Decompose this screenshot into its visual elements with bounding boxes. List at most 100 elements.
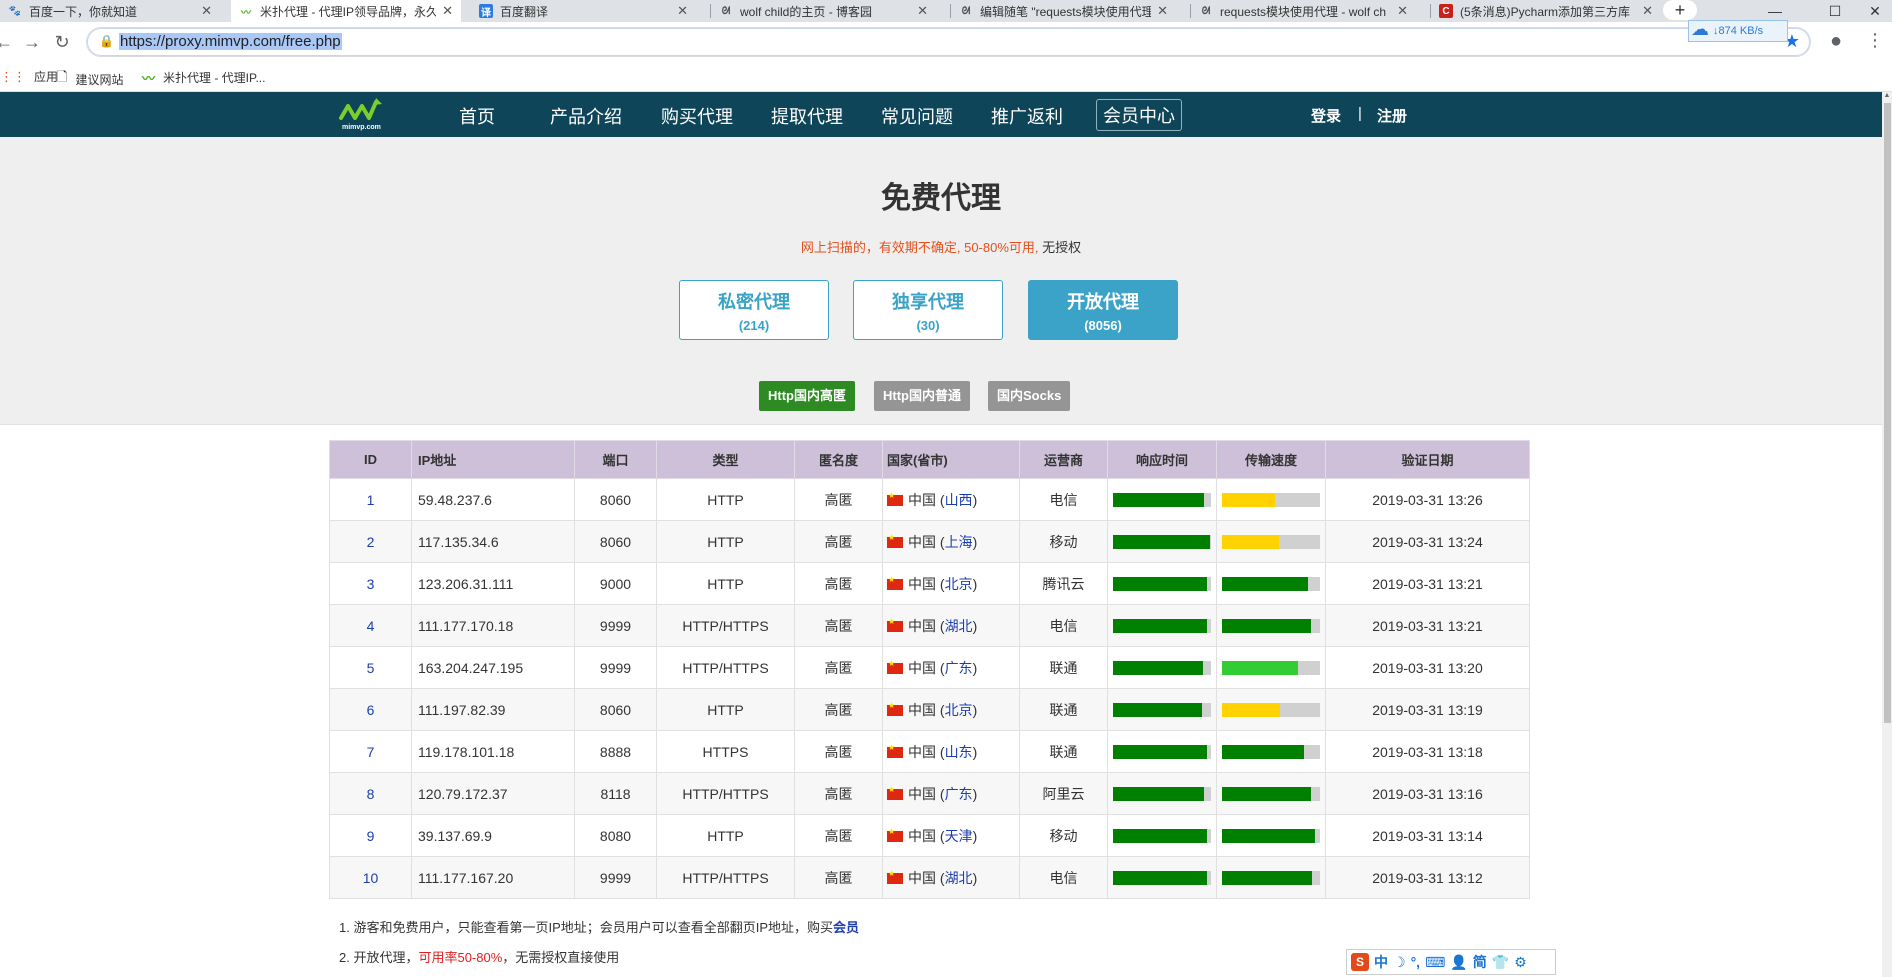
ime-toolbar[interactable]: S 中 ☽ °, ⌨ 👤 简 👕 ⚙ [1346, 949, 1556, 975]
nav-products[interactable]: 产品介绍 [550, 103, 622, 129]
cell-id[interactable]: 8 [329, 772, 412, 815]
mimvp-logo-icon: mimvp.com [339, 98, 382, 131]
url-text[interactable]: https://proxy.mimvp.com/free.php [119, 33, 342, 50]
browser-tab[interactable]: C (5条消息)Pycharm添加第三方库 ✕ [1431, 0, 1661, 22]
cell-id[interactable]: 6 [329, 688, 412, 731]
cell-type: HTTP [656, 520, 795, 563]
browser-tab[interactable]: 🐾 百度一下，你就知道 ✕ [0, 0, 220, 22]
tab-close-icon[interactable]: ✕ [677, 3, 688, 19]
cell-id[interactable]: 2 [329, 520, 412, 563]
notes-section: 1. 游客和免费用户，只能查看第一页IP地址；会员用户可以查看全部翻页IP地址，… [339, 920, 859, 977]
cell-country: 中国 (北京) [882, 688, 1020, 731]
cell-id[interactable]: 1 [329, 478, 412, 521]
address-bar[interactable]: 🔒 https://proxy.mimvp.com/free.php ★ [86, 27, 1811, 57]
cell-id[interactable]: 7 [329, 730, 412, 773]
cell-response-time [1107, 772, 1217, 815]
proxy-tab-name: 私密代理 [718, 292, 790, 312]
cell-id[interactable]: 5 [329, 646, 412, 689]
maximize-button[interactable]: ☐ [1805, 0, 1865, 22]
profile-avatar-icon[interactable]: ● [1830, 30, 1842, 53]
province-link[interactable]: 广东 [945, 660, 973, 676]
browser-tab[interactable]: ᘛ wolf child的主页 - 博客园 ✕ [711, 0, 936, 22]
nav-extract-proxy[interactable]: 提取代理 [771, 103, 843, 129]
baidu-translate-icon: 译 [479, 4, 493, 19]
login-link[interactable]: 登录 [1311, 105, 1341, 126]
province-link[interactable]: 天津 [945, 828, 973, 844]
cell-port: 8118 [574, 772, 657, 815]
bookmark-mimvp[interactable]: 〰 米扑代理 - 代理IP... [142, 68, 265, 87]
settings-gear-icon[interactable]: ⚙ [1514, 954, 1527, 971]
bookmark-suggested-sites[interactable]: 🗋 建议网站 [57, 68, 123, 90]
ime-chinese-mode[interactable]: 中 [1374, 952, 1388, 972]
private-proxy-tab[interactable]: 私密代理 (214) [679, 280, 829, 340]
province-link[interactable]: 北京 [945, 702, 973, 718]
network-speed-widget[interactable]: ☁ ↓874 KB/s [1688, 19, 1788, 42]
cell-id[interactable]: 10 [329, 856, 412, 899]
cell-type: HTTP [656, 478, 795, 521]
proxy-tab-count: (30) [916, 318, 940, 333]
filter-http-normal[interactable]: Http国内普通 [874, 381, 970, 411]
moon-icon[interactable]: ☽ [1393, 954, 1406, 971]
window-close-button[interactable]: ✕ [1858, 0, 1892, 22]
bookmark-apps[interactable]: ⋮⋮ 应用 [0, 68, 58, 85]
province-link[interactable]: 北京 [945, 576, 973, 592]
tab-close-icon[interactable]: ✕ [1397, 3, 1408, 19]
browser-tab[interactable]: 〰米扑代理 - 代理IP领导品牌，永久 ✕ [231, 0, 461, 22]
nav-home[interactable]: 首页 [459, 103, 495, 129]
register-link[interactable]: 注册 [1377, 105, 1407, 126]
reload-icon[interactable]: ↻ [50, 30, 74, 54]
tab-close-icon[interactable]: ✕ [1642, 3, 1653, 19]
tab-close-icon[interactable]: ✕ [917, 3, 928, 19]
browser-tab[interactable]: 译百度翻译 ✕ [471, 0, 696, 22]
cell-id[interactable]: 3 [329, 562, 412, 605]
nav-faq[interactable]: 常见问题 [881, 103, 953, 129]
province-link[interactable]: 上海 [945, 534, 973, 550]
cell-response-time-bar [1113, 492, 1211, 507]
province-link[interactable]: 湖北 [945, 618, 973, 634]
cell-id[interactable]: 4 [329, 604, 412, 647]
bookmark-label: 米扑代理 - 代理IP... [163, 71, 266, 85]
minimize-button[interactable]: — [1745, 0, 1805, 22]
open-proxy-tab[interactable]: 开放代理 (8056) [1028, 280, 1178, 340]
cell-response-time-bar [1113, 744, 1211, 759]
member-link[interactable]: 会员 [833, 920, 859, 935]
table-row: 939.137.69.98080HTTP高匿中国 (天津)移动2019-03-3… [329, 814, 1530, 857]
browser-tab[interactable]: ᘛ requests模块使用代理 - wolf ch ✕ [1191, 0, 1416, 22]
keyboard-icon[interactable]: ⌨ [1425, 954, 1445, 971]
nav-buy-proxy[interactable]: 购买代理 [661, 103, 733, 129]
browser-tab[interactable]: ᘛ 编辑随笔 "requests模块使用代理 ✕ [951, 0, 1176, 22]
mimvp-logo[interactable]: mimvp.com [338, 96, 388, 132]
cell-country: 中国 (广东) [882, 772, 1020, 815]
skin-icon[interactable]: 👕 [1492, 954, 1509, 971]
filter-socks[interactable]: 国内Socks [988, 381, 1071, 411]
cell-response-time-bar [1113, 618, 1211, 633]
tab-close-icon[interactable]: ✕ [1157, 3, 1168, 19]
province-link[interactable]: 山东 [945, 744, 973, 760]
cell-transfer-speed [1216, 772, 1326, 815]
province-link[interactable]: 广东 [945, 786, 973, 802]
cell-anonymity: 高匿 [794, 856, 883, 899]
nav-affiliate[interactable]: 推广返利 [991, 103, 1063, 129]
cell-country: 中国 (湖北) [882, 856, 1020, 899]
back-arrow-icon[interactable]: ← [0, 30, 16, 54]
province-link[interactable]: 山西 [945, 492, 973, 508]
cell-anonymity: 高匿 [794, 688, 883, 731]
cell-id[interactable]: 9 [329, 814, 412, 857]
user-icon[interactable]: 👤 [1450, 954, 1467, 971]
tab-close-icon[interactable]: ✕ [442, 3, 453, 19]
province-link[interactable]: 湖北 [945, 870, 973, 886]
nav-member-center[interactable]: 会员中心 [1096, 99, 1182, 131]
forward-arrow-icon[interactable]: → [20, 30, 44, 54]
scroll-up-arrow-icon[interactable]: ▲ [1882, 92, 1892, 102]
browser-menu-icon[interactable]: ⋮ [1866, 30, 1884, 51]
tab-close-icon[interactable]: ✕ [201, 3, 212, 19]
filter-http-high-anon[interactable]: Http国内高匿 [759, 381, 855, 411]
new-tab-button[interactable]: + [1663, 0, 1697, 20]
cloud-icon: ☁ [1691, 19, 1709, 39]
scrollbar-thumb[interactable] [1884, 103, 1891, 723]
dedicated-proxy-tab[interactable]: 独享代理 (30) [853, 280, 1003, 340]
sogou-ime-icon[interactable]: S [1351, 953, 1369, 971]
ime-simplified-mode[interactable]: 简 [1473, 952, 1487, 972]
punctuation-icon[interactable]: °, [1411, 954, 1421, 970]
cell-response-time [1107, 814, 1217, 857]
